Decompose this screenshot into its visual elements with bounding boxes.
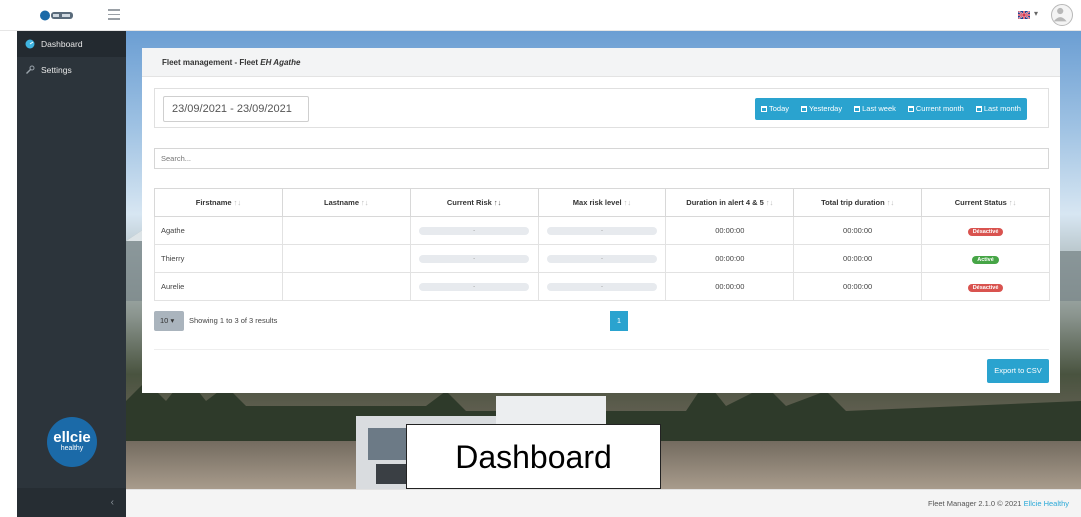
dashboard-caption: Dashboard (406, 424, 661, 489)
calendar-icon (907, 106, 914, 112)
cell-current-risk: - (409, 216, 539, 245)
user-avatar-icon[interactable] (1051, 4, 1073, 26)
sort-icon: ↑↓ (623, 198, 632, 207)
cell-max-risk: - (537, 244, 667, 273)
cell-total-duration: 00:00:00 (793, 272, 923, 301)
column-header-current-status[interactable]: Current Status ↑↓ (921, 188, 1050, 217)
column-header-max-risk-level[interactable]: Max risk level ↑↓ (537, 188, 667, 217)
cell-firstname: Agathe (154, 216, 283, 245)
results-count: Showing 1 to 3 of 3 results (189, 316, 278, 325)
page-size-value: 10 (160, 316, 169, 325)
cell-current-risk: - (409, 244, 539, 273)
sort-icon: ↑↓ (493, 198, 502, 207)
date-filter-panel: 23/09/2021 - 23/09/2021 Today Yesterday … (154, 88, 1049, 128)
cell-total-duration: 00:00:00 (793, 244, 923, 273)
cell-firstname: Thierry (154, 244, 283, 273)
cell-current-risk: - (409, 272, 539, 301)
table-row[interactable]: Aurelie - - 00:00:00 00:00:00 Désactivé (154, 272, 1050, 301)
sidebar: Dashboard Settings ellcie healthy ‹ (17, 31, 126, 517)
sort-icon: ↑↓ (765, 198, 774, 207)
wrench-icon (26, 65, 35, 74)
language-caret-icon[interactable]: ▾ (1034, 9, 1038, 18)
footer-company-link[interactable]: Ellcie Healthy (1024, 499, 1069, 508)
table-header-row: Firstname ↑↓ Lastname ↑↓ Current Risk ↑↓ Ma… (154, 188, 1050, 217)
dashboard-icon (25, 39, 35, 49)
footer: Fleet Manager 2.1.0 © 2021 Ellcie Health… (126, 489, 1081, 517)
sidebar-item-settings[interactable]: Settings (17, 57, 126, 83)
brand-tagline: healthy (60, 445, 84, 452)
status-badge: Désactivé (967, 227, 1004, 236)
range-today-button[interactable]: Today (755, 98, 795, 120)
fleet-name: EH Agathe (260, 58, 301, 67)
cell-duration-alert: 00:00:00 (665, 216, 795, 245)
cell-lastname (281, 244, 411, 273)
cell-duration-alert: 00:00:00 (665, 272, 795, 301)
calendar-icon (854, 106, 861, 112)
calendar-icon (761, 106, 767, 112)
cell-total-duration: 00:00:00 (793, 216, 923, 245)
hamburger-icon[interactable] (108, 9, 120, 20)
status-badge: Désactivé (967, 283, 1004, 292)
ellcie-healthy-brand-logo: ellcie healthy (47, 417, 97, 467)
chevron-left-icon: ‹ (110, 497, 114, 508)
divider (154, 349, 1049, 350)
drivers-table: Firstname ↑↓ Lastname ↑↓ Current Risk ↑↓ Ma… (154, 188, 1050, 301)
column-header-lastname[interactable]: Lastname ↑↓ (281, 188, 411, 217)
cell-status: Désactivé (921, 216, 1050, 245)
cell-lastname (281, 216, 411, 245)
cell-firstname: Aurelie (154, 272, 283, 301)
fleet-management-card: Fleet management - Fleet EH Agathe 23/09… (142, 48, 1060, 393)
brand-name: ellcie (53, 429, 91, 446)
quick-range-buttons: Today Yesterday Last week Current month … (755, 98, 1027, 120)
risk-bar: - (546, 282, 657, 291)
sidebar-item-dashboard[interactable]: Dashboard (17, 31, 126, 57)
page-size-select[interactable]: 10 ▾ (154, 311, 184, 331)
risk-bar: - (419, 254, 530, 263)
column-header-firstname[interactable]: Firstname ↑↓ (154, 188, 283, 217)
status-badge: Activé (972, 255, 999, 264)
cell-max-risk: - (537, 272, 667, 301)
top-bar: ▾ (0, 0, 1081, 31)
card-title: Fleet management - Fleet EH Agathe (142, 48, 1060, 77)
cell-status: Désactivé (921, 272, 1050, 301)
sidebar-item-label: Settings (41, 65, 72, 75)
footer-version: Fleet Manager 2.1.0 © 2021 (927, 499, 1024, 508)
cell-max-risk: - (537, 216, 667, 245)
export-csv-button[interactable]: Export to CSV (987, 359, 1049, 383)
chevron-down-icon: ▾ (170, 316, 175, 325)
card-title-prefix: Fleet management - Fleet (162, 58, 261, 67)
range-last-month-button[interactable]: Last month (970, 98, 1027, 120)
date-range-picker[interactable]: 23/09/2021 - 23/09/2021 (163, 96, 309, 122)
uk-flag-icon[interactable] (1018, 11, 1030, 19)
risk-bar: - (419, 226, 530, 235)
table-row[interactable]: Agathe - - 00:00:00 00:00:00 Désactivé (154, 216, 1050, 245)
sidebar-collapse-button[interactable]: ‹ (17, 488, 126, 517)
range-current-month-button[interactable]: Current month (902, 98, 970, 120)
search-input[interactable] (154, 148, 1049, 169)
cell-lastname (281, 272, 411, 301)
sort-icon: ↑↓ (886, 198, 895, 207)
sidebar-item-label: Dashboard (41, 39, 83, 49)
range-yesterday-button[interactable]: Yesterday (795, 98, 848, 120)
calendar-icon (975, 106, 982, 112)
cell-status: Activé (921, 244, 1050, 273)
risk-bar: - (419, 282, 530, 291)
table-row[interactable]: Thierry - - 00:00:00 00:00:00 Activé (154, 244, 1050, 273)
cell-duration-alert: 00:00:00 (665, 244, 795, 273)
page-1-button[interactable]: 1 (610, 311, 628, 331)
ellcie-logo-icon[interactable] (40, 9, 74, 22)
column-header-current-risk[interactable]: Current Risk ↑↓ (409, 188, 539, 217)
sort-icon: ↑↓ (233, 198, 242, 207)
risk-bar: - (546, 226, 657, 235)
risk-bar: - (546, 254, 657, 263)
range-last-week-button[interactable]: Last week (848, 98, 902, 120)
sort-icon: ↑↓ (361, 198, 369, 207)
calendar-icon (801, 106, 808, 112)
column-header-total-trip-duration[interactable]: Total trip duration ↑↓ (793, 188, 923, 217)
sort-icon: ↑↓ (1008, 198, 1017, 207)
column-header-duration-alert[interactable]: Duration in alert 4 & 5 ↑↓ (665, 188, 795, 217)
